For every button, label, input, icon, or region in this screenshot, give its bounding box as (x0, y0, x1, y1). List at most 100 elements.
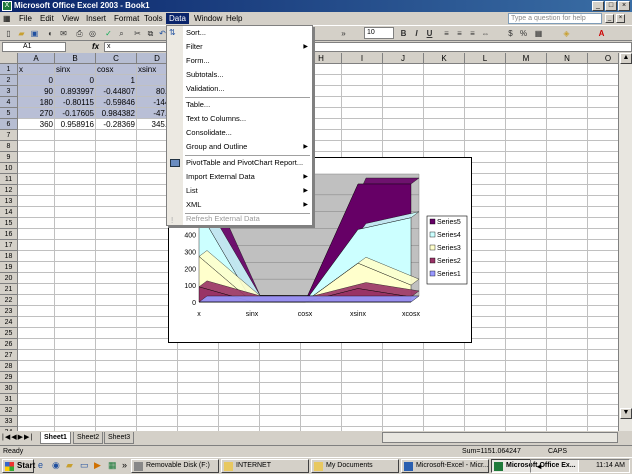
cell-c6[interactable]: -0.28369 (96, 119, 137, 130)
row-header-15[interactable]: 15 (0, 218, 18, 229)
row-header-19[interactable]: 19 (0, 262, 18, 273)
row-header-25[interactable]: 25 (0, 328, 18, 339)
cell-b2[interactable]: 0 (55, 75, 96, 86)
menu-tools[interactable]: Tools (141, 13, 166, 24)
align-center-icon[interactable]: ≡ (454, 28, 465, 39)
menu-list[interactable]: List ▶ (167, 184, 312, 198)
cell-c5[interactable]: 0.984382 (96, 108, 137, 119)
column-header-l[interactable]: L (465, 53, 506, 64)
row-header-27[interactable]: 27 (0, 350, 18, 361)
row-header-13[interactable]: 13 (0, 196, 18, 207)
row-header-20[interactable]: 20 (0, 273, 18, 284)
select-all-corner[interactable] (0, 53, 18, 64)
row-header-8[interactable]: 8 (0, 141, 18, 152)
research-icon[interactable]: ⌕ (116, 28, 127, 39)
cell-a3[interactable]: 90 (18, 86, 55, 97)
task-internet[interactable]: INTERNET (221, 459, 309, 473)
cell-a6[interactable]: 360 (18, 119, 55, 130)
name-box[interactable]: A1 (2, 42, 66, 52)
underline-icon[interactable]: U (424, 28, 435, 39)
align-right-icon[interactable]: ≡ (467, 28, 478, 39)
row-header-6[interactable]: 6 (0, 119, 18, 130)
tab-sheet2[interactable]: Sheet2 (73, 432, 104, 444)
column-header-i[interactable]: I (342, 53, 383, 64)
cut-icon[interactable]: ✂ (132, 28, 143, 39)
cell-b3[interactable]: 0.893997 (55, 86, 96, 97)
column-header-c[interactable]: C (96, 53, 137, 64)
row-header-5[interactable]: 5 (0, 108, 18, 119)
excel-app-icon[interactable]: X (2, 1, 12, 11)
start-button[interactable]: Start (2, 459, 35, 473)
row-header-16[interactable]: 16 (0, 229, 18, 240)
menu-group-outline[interactable]: Group and Outline ▶ (167, 140, 312, 154)
menu-edit[interactable]: Edit (37, 13, 57, 24)
help-search-input[interactable]: Type a question for help (508, 13, 602, 24)
row-header-17[interactable]: 17 (0, 240, 18, 251)
menu-validation[interactable]: Validation... (167, 82, 312, 96)
row-header-10[interactable]: 10 (0, 163, 18, 174)
task-removable-disk[interactable]: Removable Disk (F:) (131, 459, 219, 473)
workbook-close-icon[interactable]: × (616, 14, 625, 23)
scroll-up-icon[interactable]: ▲ (620, 53, 632, 64)
menu-data[interactable]: Data (166, 13, 189, 24)
close-icon[interactable]: × (618, 1, 630, 11)
menu-sort[interactable]: Sort... (167, 26, 312, 40)
column-header-a[interactable]: A (18, 53, 55, 64)
print-icon[interactable]: ⎙ (74, 28, 85, 39)
row-header-23[interactable]: 23 (0, 306, 18, 317)
row-header-2[interactable]: 2 (0, 75, 18, 86)
insert-function-icon[interactable]: fx (92, 42, 99, 51)
row-header-33[interactable]: 33 (0, 416, 18, 427)
quicklaunch-folder-icon[interactable]: ▰ (66, 460, 73, 471)
column-header-m[interactable]: M (506, 53, 547, 64)
cell-b5[interactable]: -0.17605 (55, 108, 96, 119)
menu-view[interactable]: View (59, 13, 82, 24)
cell-a4[interactable]: 180 (18, 97, 55, 108)
workbook-icon[interactable]: ▦ (0, 13, 14, 24)
row-header-18[interactable]: 18 (0, 251, 18, 262)
percent-icon[interactable]: % (518, 28, 529, 39)
font-color-icon[interactable]: A (596, 28, 607, 39)
cell-b6[interactable]: 0.958916 (55, 119, 96, 130)
copy-icon[interactable]: ⧉ (145, 28, 156, 39)
menu-filter[interactable]: Filter ▶ (167, 40, 312, 54)
row-header-21[interactable]: 21 (0, 284, 18, 295)
row-header-4[interactable]: 4 (0, 97, 18, 108)
merge-center-icon[interactable]: ⇔ (480, 28, 491, 39)
save-icon[interactable]: ▣ (29, 28, 40, 39)
currency-icon[interactable]: $ (505, 28, 516, 39)
row-header-7[interactable]: 7 (0, 130, 18, 141)
maximize-icon[interactable]: □ (605, 1, 617, 11)
email-icon[interactable]: ✉ (58, 28, 69, 39)
task-microsoft-excel-micr[interactable]: Microsoft-Excel - Micr... (401, 459, 489, 473)
row-header-1[interactable]: 1 (0, 64, 18, 75)
menu-format[interactable]: Format (111, 13, 142, 24)
tab-sheet3[interactable]: Sheet3 (104, 432, 135, 444)
quicklaunch-browser-icon[interactable]: ◉ (52, 460, 60, 471)
cell-b1[interactable]: sinx (55, 64, 96, 75)
bold-icon[interactable]: B (398, 28, 409, 39)
quicklaunch-expand-icon[interactable]: » (122, 460, 127, 470)
quicklaunch-excel-icon[interactable]: ▦ (108, 460, 117, 471)
row-header-12[interactable]: 12 (0, 185, 18, 196)
cell-a2[interactable]: 0 (18, 75, 55, 86)
quicklaunch-desktop-icon[interactable]: ▭ (80, 460, 89, 471)
new-icon[interactable]: ▯ (3, 28, 14, 39)
menu-pivottable[interactable]: PivotTable and PivotChart Report... (167, 156, 312, 170)
cell-c1[interactable]: cosx (96, 64, 137, 75)
column-header-o[interactable]: O (588, 53, 618, 64)
vertical-scrollbar[interactable]: ▲ ▼ (618, 53, 632, 431)
menu-table[interactable]: Table... (167, 98, 312, 112)
column-header-n[interactable]: N (547, 53, 588, 64)
row-header-31[interactable]: 31 (0, 394, 18, 405)
tab-sheet1[interactable]: Sheet1 (40, 432, 71, 444)
menu-subtotals[interactable]: Subtotals... (167, 68, 312, 82)
column-header-k[interactable]: K (424, 53, 465, 64)
print-preview-icon[interactable]: ◎ (87, 28, 98, 39)
cell-a5[interactable]: 270 (18, 108, 55, 119)
menu-import-external[interactable]: Import External Data ▶ (167, 170, 312, 184)
menu-xml[interactable]: XML ▶ (167, 198, 312, 212)
cell-c4[interactable]: -0.59846 (96, 97, 137, 108)
italic-icon[interactable]: I (411, 28, 422, 39)
borders-icon[interactable]: ▦ (533, 28, 544, 39)
